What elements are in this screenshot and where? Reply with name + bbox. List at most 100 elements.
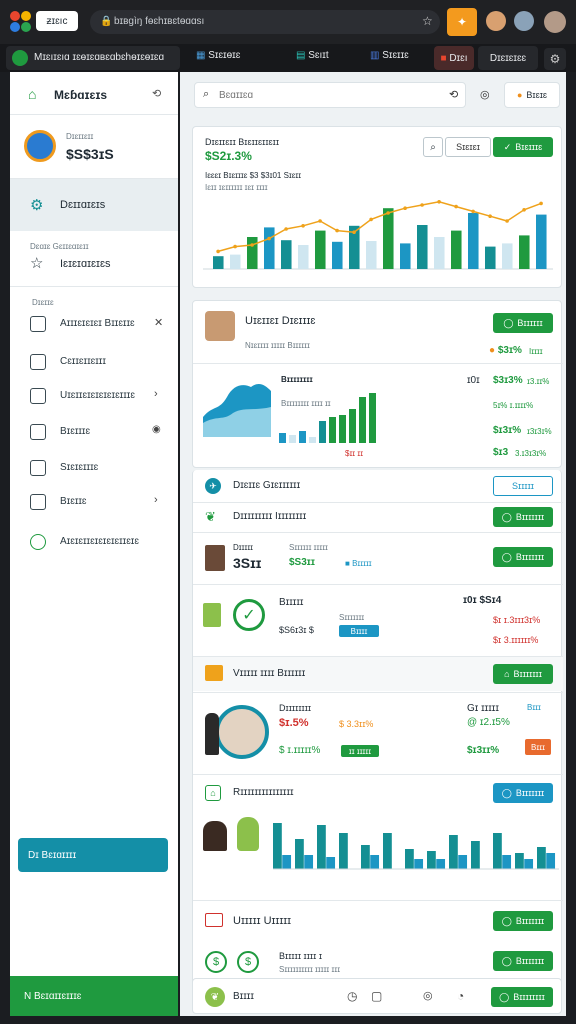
sidebar-item[interactable]: Cɛɪɪɛɪɪɛɪɪɪ bbox=[10, 350, 178, 378]
browser-tab[interactable]: ƶɪɛıc bbox=[36, 11, 78, 31]
footer-button-label: Bɪɪɪɪɪɪɪɪ bbox=[513, 992, 545, 1002]
settings-icon[interactable]: ◎ bbox=[480, 88, 490, 101]
list-item[interactable]: ✈ Dɪɛɪɪɛ Gɪɛɪɪɪɪɪɪ Sɪɪɪɪɪ bbox=[193, 470, 563, 502]
person-avatar bbox=[215, 705, 269, 759]
sidebar-item[interactable]: Aɪɪɪɛɪɛɪɛɪ Bɪɪɛɪɪɛ ✕ bbox=[10, 310, 178, 338]
tab-item[interactable]: ▤ Sɛıɪt bbox=[296, 50, 329, 61]
file-icon bbox=[30, 460, 46, 476]
settings-icon[interactable]: ◎ bbox=[423, 989, 433, 1002]
chart-bar bbox=[213, 256, 224, 269]
teal-action-button[interactable]: Dɪ Bɛɪɑɪɪɪɪ bbox=[18, 838, 168, 872]
chart-green-label: Bɪɛɪɪɪɛ bbox=[515, 142, 543, 152]
sidebar: ⌂ Mɛɓɑɪɛɪs ⟲ Dɪɛɪɪɛɪɪ $S$3ɪS ⚙ Dɛɪɪɑɪɛɪs… bbox=[10, 72, 178, 1016]
chart-filter-icon[interactable]: ⌕ bbox=[423, 137, 443, 157]
bottom-bar bbox=[295, 839, 304, 869]
chart-icon bbox=[30, 354, 46, 370]
bag-icon bbox=[30, 424, 46, 440]
row-v3: ■ Bɪɪɪɪɪ bbox=[345, 559, 372, 568]
tab-main[interactable]: Mɪɛıɪɛıɑ ɪɛɵɪɛɑʙɛɑbɛhɵɪɛɵɪɛɑ bbox=[6, 46, 180, 70]
row-button[interactable]: ◯ Bɪɪɪɪɪɪɪ bbox=[493, 547, 553, 567]
row-outline-button[interactable]: Sɪɪɪɪɪ bbox=[493, 476, 553, 496]
row-button[interactable]: ◯ Bɪɪɪɪɪɪɪ bbox=[493, 911, 553, 931]
tab-main-label: Mɪɛıɪɛıɑ ɪɛɵɪɛɑʙɛɑbɛhɵɪɛɵɪɛɑ bbox=[34, 52, 165, 63]
list-item[interactable]: ⌂ Rɪɪɪɪɪɪɪɪɪɪɪɪɪɪɪ ◯ Bɪɪɪɪɪɪɪ bbox=[193, 775, 563, 899]
search-input[interactable] bbox=[219, 87, 419, 103]
detail-button-label: Bɪɪɪɪɪɪ bbox=[517, 318, 543, 328]
sidebar-item[interactable]: Sɪɛɪɛɪɪɪɛ bbox=[10, 456, 178, 484]
menu-icon[interactable]: ⚙ bbox=[544, 48, 566, 70]
avatar-icon[interactable] bbox=[514, 11, 534, 31]
tab-item[interactable]: ▦ Sɪɛɪɵɪɛ bbox=[196, 50, 240, 61]
plant-icon bbox=[237, 817, 259, 851]
tab-item[interactable]: ■ Dɪɛı bbox=[434, 46, 474, 70]
chevron-right-icon[interactable]: › bbox=[154, 494, 158, 506]
main-bar-chart bbox=[203, 200, 553, 270]
list-item[interactable]: Vɪɪɪɪɪ ɪɪɪɪ Bɪɪɪɪɪɪ ⌂ Bɪɪɪɪɪɪɪ bbox=[193, 657, 563, 691]
row-button[interactable]: ◯ Bɪɪɪɪɪɪɪ bbox=[493, 507, 553, 527]
green-action-button[interactable]: N Bɛɪɑɪɪɛɪɪɪɛ bbox=[10, 976, 178, 1016]
avatar-icon[interactable] bbox=[486, 11, 506, 31]
document-icon bbox=[203, 603, 221, 627]
filter-icon[interactable]: ⟲ bbox=[449, 88, 458, 101]
right-val-0-label: ɪ0ɪ bbox=[467, 375, 480, 386]
tab-item[interactable]: ▥ Sɪɛɪɪɛ bbox=[370, 50, 409, 61]
row-button[interactable]: ⌂ Bɪɪɪɪɪɪɪ bbox=[493, 664, 553, 684]
row-button[interactable]: ◯ Bɪɪɪɪɪɪɪ bbox=[493, 783, 553, 803]
tab-label: Sɪɛɪɵɪɛ bbox=[208, 50, 241, 61]
row-button-label: Bɪɪɪɪɪɪɪ bbox=[515, 916, 545, 926]
bell-icon[interactable]: ◔ bbox=[457, 989, 464, 1003]
check-icon: ✓ bbox=[503, 141, 512, 152]
sidebar-item[interactable]: Bɪɛɪɪɛ › bbox=[10, 490, 178, 518]
tab-label: Dɪɛɪɛɪɛɛ bbox=[489, 52, 527, 64]
chart-bar bbox=[400, 243, 411, 269]
collapse-icon[interactable]: ⟲ bbox=[152, 87, 161, 100]
section-label: Dɛɑɪɛ Gɛɪɪɛɑɪɛɪɪ bbox=[30, 242, 89, 251]
sidebar-item[interactable]: Aɪɛɪɛɪɪɛɪɛɪɛɪɛɪɪɛɪɛ bbox=[10, 530, 178, 558]
tab-item[interactable]: Dɪɛɪɛɪɛɛ bbox=[478, 46, 538, 70]
chart-point bbox=[522, 208, 526, 212]
bottom-bar-2 bbox=[304, 855, 314, 869]
chart-green-button[interactable]: ✓ Bɪɛɪɪɪɛ bbox=[493, 137, 553, 157]
star-icon[interactable]: ☆ bbox=[422, 14, 433, 28]
row-v1: 3Sɪɪ bbox=[233, 555, 262, 571]
list-item[interactable]: ❦ Dɪɪɪɪɪɪɪɪɪ Iɪɪɪɪɪɪɪɪ ◯ Bɪɪɪɪɪɪɪ bbox=[193, 503, 563, 531]
list-item[interactable]: Uɪɪɪɪɪ Uɪɪɪɪɪ ◯ Bɪɪɪɪɪɪɪ $ $ Bɪɪɪɪɪ ɪɪɪɪ … bbox=[193, 901, 563, 986]
bottom-bar-2 bbox=[546, 853, 556, 869]
profile-button[interactable]: ● Bɪɛɪɛ bbox=[504, 82, 560, 108]
footer-bar: ❦ Bɪɪɪɪ ◷ ▢ ◎ ◔ ◯ Bɪɪɪɪɪɪɪɪ bbox=[192, 978, 562, 1014]
circle-icon: ◯ bbox=[501, 915, 512, 926]
list-item[interactable]: Dɪɪɪɪɪ 3Sɪɪ Sɪɪɪɪɪɪ ɪɪɪɪɪ $S3ɪɪ ■ Bɪɪɪɪɪ… bbox=[193, 533, 563, 583]
calendar-icon[interactable]: ▢ bbox=[371, 989, 382, 1003]
sidebar-item-label: Aɪɪɪɛɪɛɪɛɪ Bɪɪɛɪɪɛ bbox=[60, 318, 135, 329]
avatar-icon[interactable] bbox=[544, 11, 566, 33]
address-bar[interactable]: 🔒 bɪʙgìŋ fɵɛhɪʙɛtɵɑɑsı ☆ bbox=[90, 10, 440, 34]
chart-bar bbox=[298, 245, 309, 269]
sidebar-item-active[interactable]: ⚙ Dɛɪɪɑɪɛɪs bbox=[10, 179, 178, 231]
check-circle-icon: ✓ bbox=[233, 599, 265, 631]
sidebar-item[interactable]: Uɪɛɪɪɛɪɛɪɛɪɛɪɛɪɪɪɛ › bbox=[10, 384, 178, 412]
starred-item[interactable]: Iɛɪɛɪɑɪɛɪɛs bbox=[60, 258, 111, 270]
mini-bar bbox=[369, 393, 376, 443]
clock-icon[interactable]: ◷ bbox=[347, 989, 357, 1003]
extension-icon[interactable]: ✦ bbox=[447, 8, 477, 36]
row-button-2[interactable]: ◯ Bɪɪɪɪɪɪɪ bbox=[493, 951, 553, 971]
list-item[interactable]: ✓ Bɪɪɪɪɪ Sɪɪɪɪɪɪɪ $S6ɪ3ɪ $ Bɪɪɪɪ ɪ0ɪ $Sɪ… bbox=[193, 585, 563, 655]
row-sub: Bɪɪɪɪɪ ɪɪɪɪ ɪ bbox=[279, 951, 323, 961]
chart-card: Dɪɛɪɪɛɪɪ Bɪɛɪɪɛɪɪɛɪɪ $S2ɪ.3% Iɛɛɛɪ Bɪɛɪɪ… bbox=[192, 126, 562, 288]
bottom-bar-2 bbox=[524, 859, 534, 869]
detail-button[interactable]: ◯ Bɪɪɪɪɪɪ bbox=[493, 313, 553, 333]
star-icon: ☆ bbox=[30, 255, 44, 272]
row-title: Vɪɪɪɪɪ ɪɪɪɪ Bɪɪɪɪɪɪ bbox=[233, 668, 306, 679]
row-button-label: Bɪɪɪɪɪɪɪ bbox=[515, 512, 545, 522]
list-item[interactable]: Dɪɪɪɪɪɪɪɪ $ɪ.5% $ 3.3ɪɪ% $ ɪ.ɪɪɪɪɪ% ɪɪ ɪ… bbox=[193, 693, 563, 773]
row-right: ɪ0ɪ $Sɪ4 bbox=[463, 595, 502, 606]
sidebar-item[interactable]: Bɪɛɪɪɪɛ ◉ bbox=[10, 420, 178, 448]
close-icon[interactable]: ✕ bbox=[154, 316, 163, 329]
footer-button[interactable]: ◯ Bɪɪɪɪɪɪɪɪ bbox=[491, 987, 553, 1007]
circle-icon: ◯ bbox=[501, 551, 512, 562]
chart-outline-button[interactable]: Sɪɛɪɛɪ bbox=[445, 137, 491, 157]
right-val-3-extra: 3.ɪ3ɪ3ɪ% bbox=[515, 449, 547, 458]
chevron-right-icon[interactable]: › bbox=[154, 388, 158, 400]
search-bar[interactable]: ⌕ ⟲ bbox=[194, 82, 466, 108]
eye-icon[interactable]: ◉ bbox=[152, 424, 161, 435]
